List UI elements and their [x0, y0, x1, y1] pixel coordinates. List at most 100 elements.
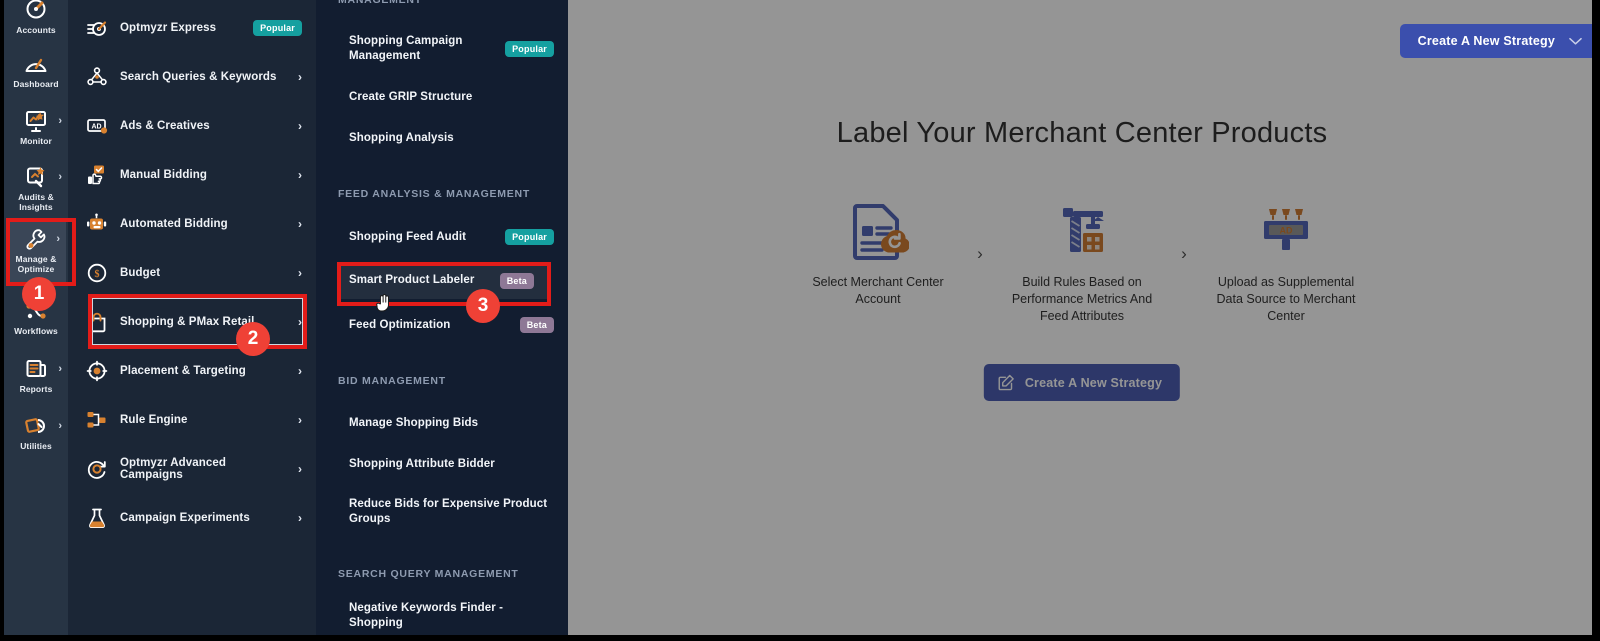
rail-item-audits-insights[interactable]: › Audits & Insights [4, 159, 68, 217]
svg-text:AD: AD [91, 123, 101, 130]
panel1-item-optmyzr-express[interactable]: Optmyzr Express Popular [68, 3, 316, 52]
rule-engine-icon [86, 409, 108, 431]
wrench-icon [23, 227, 49, 251]
badge-popular: Popular [505, 229, 554, 245]
chevron-down-icon [1569, 37, 1582, 46]
panel1-item-campaign-experiments[interactable]: Campaign Experiments › [68, 493, 316, 542]
shopping-pmax-submenu-panel: MANAGEMENT Shopping Campaign Management … [316, 0, 568, 635]
rail-item-manage-optimize[interactable]: › Manage & Optimize [6, 221, 66, 283]
modal-dim-overlay [568, 0, 1596, 635]
panel2-item-shopping-analysis[interactable]: Shopping Analysis [316, 127, 568, 149]
panel1-item-ads-creatives[interactable]: AD Ads & Creatives › [68, 101, 316, 150]
panel1-item-optmyzr-advanced-campaigns[interactable]: Optmyzr Advanced Campaigns › [68, 444, 316, 493]
panel2-item-label: Shopping Attribute Bidder [349, 457, 495, 470]
chevron-right-icon: › [298, 363, 302, 378]
chevron-right-icon: › [56, 233, 60, 245]
panel2-item-feed-optimization[interactable]: Feed Optimization Beta [316, 314, 568, 336]
chevron-right-icon: › [58, 363, 62, 375]
panel2-item-create-grip-structure[interactable]: Create GRIP Structure [316, 86, 568, 108]
annotation-badge-1: 1 [22, 277, 56, 311]
panel2-item-reduce-bids-expensive-product-groups[interactable]: Reduce Bids for Expensive Product Groups [316, 495, 568, 529]
rail-item-label: Utilities [20, 441, 52, 451]
budget-dollar-icon: $ [86, 262, 108, 284]
rail-item-utilities[interactable]: › Utilities [4, 408, 68, 456]
panel1-item-placement-targeting[interactable]: Placement & Targeting › [68, 346, 316, 395]
annotation-badge-2: 2 [236, 322, 270, 356]
ads-creatives-icon: AD [86, 115, 108, 137]
chevron-right-icon: › [298, 412, 302, 427]
panel2-section-heading: FEED ANALYSIS & MANAGEMENT [338, 188, 530, 200]
panel1-item-label: Optmyzr Express [120, 21, 217, 34]
panel1-item-label: Budget [120, 266, 161, 279]
panel1-item-label: Manual Bidding [120, 168, 208, 181]
app-window: Accounts Dashboard › Monitor › Audits & … [0, 0, 1600, 641]
rail-item-label: Dashboard [13, 79, 59, 89]
panel1-item-shopping-pmax-retail[interactable]: Shopping & PMax Retail › [68, 297, 316, 346]
panel2-item-negative-keywords-finder-shopping[interactable]: Negative Keywords Finder - Shopping [316, 602, 568, 629]
panel2-section-heading: SEARCH QUERY MANAGEMENT [338, 568, 519, 580]
panel2-item-shopping-attribute-bidder[interactable]: Shopping Attribute Bidder [316, 453, 568, 475]
panel1-item-label: Optmyzr Advanced Campaigns [120, 456, 226, 481]
rail-item-label: Workflows [14, 326, 58, 336]
rail-item-label: Audits & Insights [18, 192, 54, 212]
panel1-item-search-queries-keywords[interactable]: Search Queries & Keywords › [68, 52, 316, 101]
panel1-item-budget[interactable]: $ Budget › [68, 248, 316, 297]
audits-insights-icon [23, 165, 49, 189]
panel2-section-heading: BID MANAGEMENT [338, 375, 446, 387]
panel2-item-manage-shopping-bids[interactable]: Manage Shopping Bids [316, 412, 568, 434]
svg-text:$: $ [95, 269, 100, 280]
panel2-item-label: Shopping Campaign Management [349, 35, 463, 62]
rail-item-accounts[interactable]: Accounts [4, 0, 68, 40]
panel1-item-manual-bidding[interactable]: Manual Bidding › [68, 150, 316, 199]
badge-popular: Popular [505, 41, 554, 57]
panel1-item-rule-engine[interactable]: Rule Engine › [68, 395, 316, 444]
chevron-right-icon: › [298, 461, 302, 476]
panel2-item-label: Manage Shopping Bids [349, 416, 479, 429]
top-create-new-strategy-button[interactable]: Create A New Strategy [1399, 24, 1596, 58]
panel1-item-automated-bidding[interactable]: Automated Bidding › [68, 199, 316, 248]
manual-bidding-icon [86, 164, 108, 186]
badge-beta: Beta [519, 317, 554, 333]
main-content-area: Label Your Merchant Center Products Sele… [568, 0, 1596, 635]
panel2-item-label: Shopping Analysis [349, 131, 454, 144]
panel2-item-smart-product-labeler[interactable]: Smart Product Labeler Beta [337, 262, 548, 299]
panel1-item-label: Placement & Targeting [120, 364, 246, 377]
experiments-flask-icon [86, 507, 108, 529]
utilities-icon [23, 414, 49, 438]
rail-item-dashboard[interactable]: Dashboard [4, 46, 68, 94]
chevron-right-icon: › [298, 314, 302, 329]
window-right-edge [1592, 0, 1596, 635]
automated-bidding-robot-icon [86, 213, 108, 235]
express-target-icon [86, 17, 108, 39]
advanced-campaigns-icon [86, 458, 108, 480]
chevron-right-icon: › [58, 420, 62, 432]
rail-item-reports[interactable]: › Reports [4, 351, 68, 399]
chevron-right-icon: › [298, 265, 302, 280]
manage-optimize-menu-panel: Optmyzr Express Popular Search Queries &… [68, 0, 316, 635]
panel2-item-label: Create GRIP Structure [349, 90, 473, 103]
panel2-item-shopping-feed-audit[interactable]: Shopping Feed Audit Popular [316, 226, 568, 248]
badge-popular: Popular [253, 19, 302, 36]
icon-rail-sidebar: Accounts Dashboard › Monitor › Audits & … [4, 0, 68, 635]
dashboard-gauge-icon [23, 52, 49, 76]
panel2-item-label: Negative Keywords Finder - Shopping [349, 602, 504, 629]
chevron-right-icon: › [298, 69, 302, 84]
chevron-right-icon: › [298, 118, 302, 133]
panel1-item-label: Automated Bidding [120, 217, 228, 230]
rail-item-label: Monitor [20, 136, 52, 146]
chevron-right-icon: › [298, 167, 302, 182]
panel2-item-label: Smart Product Labeler [349, 274, 475, 286]
panel2-item-shopping-campaign-management[interactable]: Shopping Campaign Management Popular [316, 30, 568, 68]
reports-icon [23, 357, 49, 381]
rail-item-label: Reports [19, 384, 53, 394]
monitor-screen-icon [23, 109, 49, 133]
search-queries-icon [86, 66, 108, 88]
panel1-item-label: Ads & Creatives [120, 119, 210, 132]
targeting-icon [86, 360, 108, 382]
shopping-bag-icon [86, 311, 108, 333]
chevron-right-icon: › [298, 216, 302, 231]
rail-item-label: Accounts [16, 25, 56, 35]
panel1-item-label: Shopping & PMax Retail [120, 315, 255, 328]
rail-item-monitor[interactable]: › Monitor [4, 103, 68, 151]
panel2-item-label: Reduce Bids for Expensive Product Groups [349, 498, 548, 525]
